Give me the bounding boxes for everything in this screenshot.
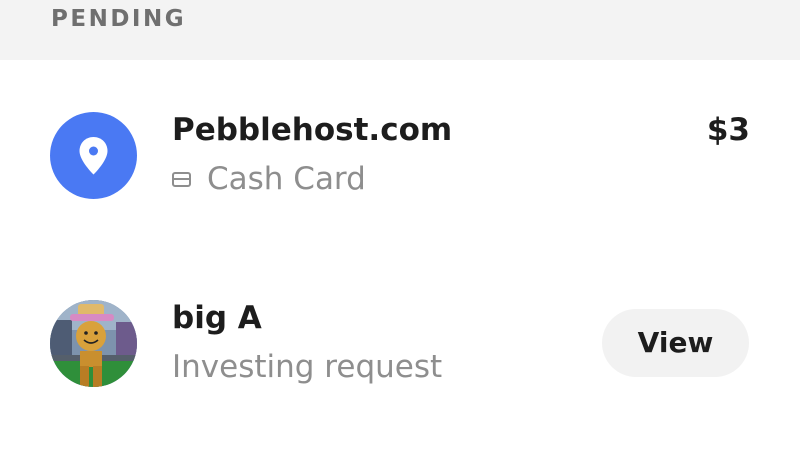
request-description: Investing request	[172, 349, 443, 385]
location-pin-icon	[50, 112, 137, 199]
card-icon	[172, 172, 191, 187]
transaction-amount: $3	[706, 112, 750, 148]
merchant-name: Pebblehost.com	[172, 112, 453, 148]
payment-method-label: Cash Card	[207, 161, 366, 197]
pending-section-header: PENDING	[0, 0, 800, 60]
section-title: PENDING	[51, 6, 187, 32]
transaction-row-pebblehost[interactable]: Pebblehost.com Cash Card $3	[0, 60, 800, 250]
contact-name: big A	[172, 300, 262, 336]
avatar	[50, 300, 137, 387]
view-button[interactable]: View	[602, 309, 749, 377]
transaction-row-big-a[interactable]: big A Investing request View	[0, 250, 800, 450]
